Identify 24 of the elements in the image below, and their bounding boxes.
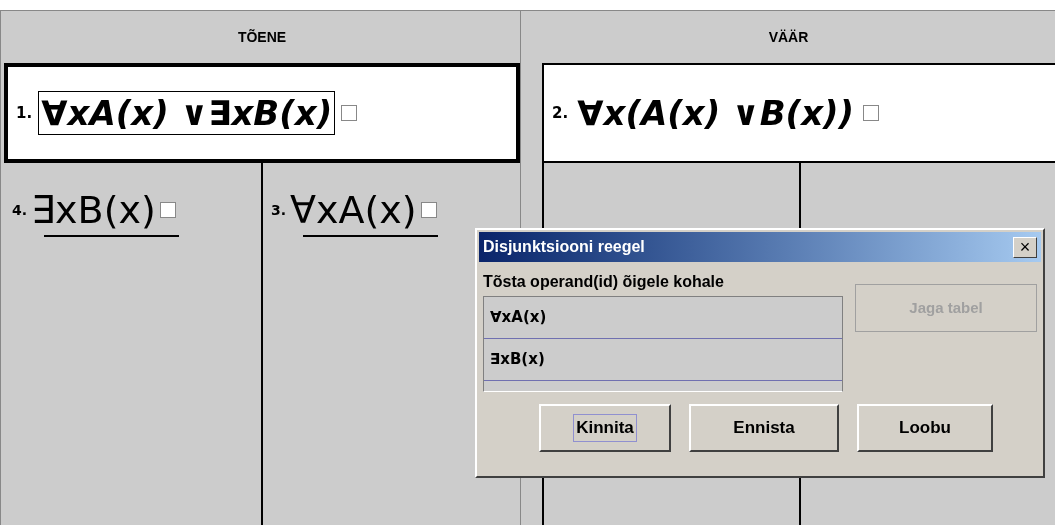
checkbox[interactable] <box>341 105 358 121</box>
dialog-button[interactable]: Ennista <box>689 404 839 452</box>
checkbox[interactable] <box>420 202 437 218</box>
formula-node[interactable]: 2. ∀x(A(x) ∨B(x)) <box>542 63 1055 163</box>
operand-item[interactable]: ∃xB(x) <box>484 339 842 381</box>
formula: ∀xA(x) ∨∃xB(x) <box>38 91 336 135</box>
checkbox[interactable] <box>863 105 880 121</box>
formula: ∃xB(x) <box>31 191 156 229</box>
column-header: TÕENE <box>236 27 288 47</box>
column-header: VÄÄR <box>767 27 810 47</box>
operand-item[interactable]: ∀xA(x) <box>484 297 842 339</box>
formula-node[interactable]: 1. ∀xA(x) ∨∃xB(x) <box>4 63 520 163</box>
instruction-label: Tõsta operand(id) õigele kohale <box>483 272 725 292</box>
dialog-title: Disjunktsiooni reegel <box>483 237 645 257</box>
formula-number: 2. <box>552 102 569 124</box>
formula: ∀xA(x) <box>290 191 417 229</box>
formula: ∀x(A(x) ∨B(x)) <box>576 92 856 135</box>
dialog-button[interactable]: Kinnita <box>539 404 671 452</box>
formula-number: 4. <box>12 200 28 220</box>
close-button[interactable]: × <box>1013 236 1037 258</box>
formula-number: 1. <box>16 102 33 124</box>
formula-number: 3. <box>271 200 287 220</box>
checkbox[interactable] <box>159 202 176 218</box>
dialog-button[interactable]: Loobu <box>857 404 993 452</box>
